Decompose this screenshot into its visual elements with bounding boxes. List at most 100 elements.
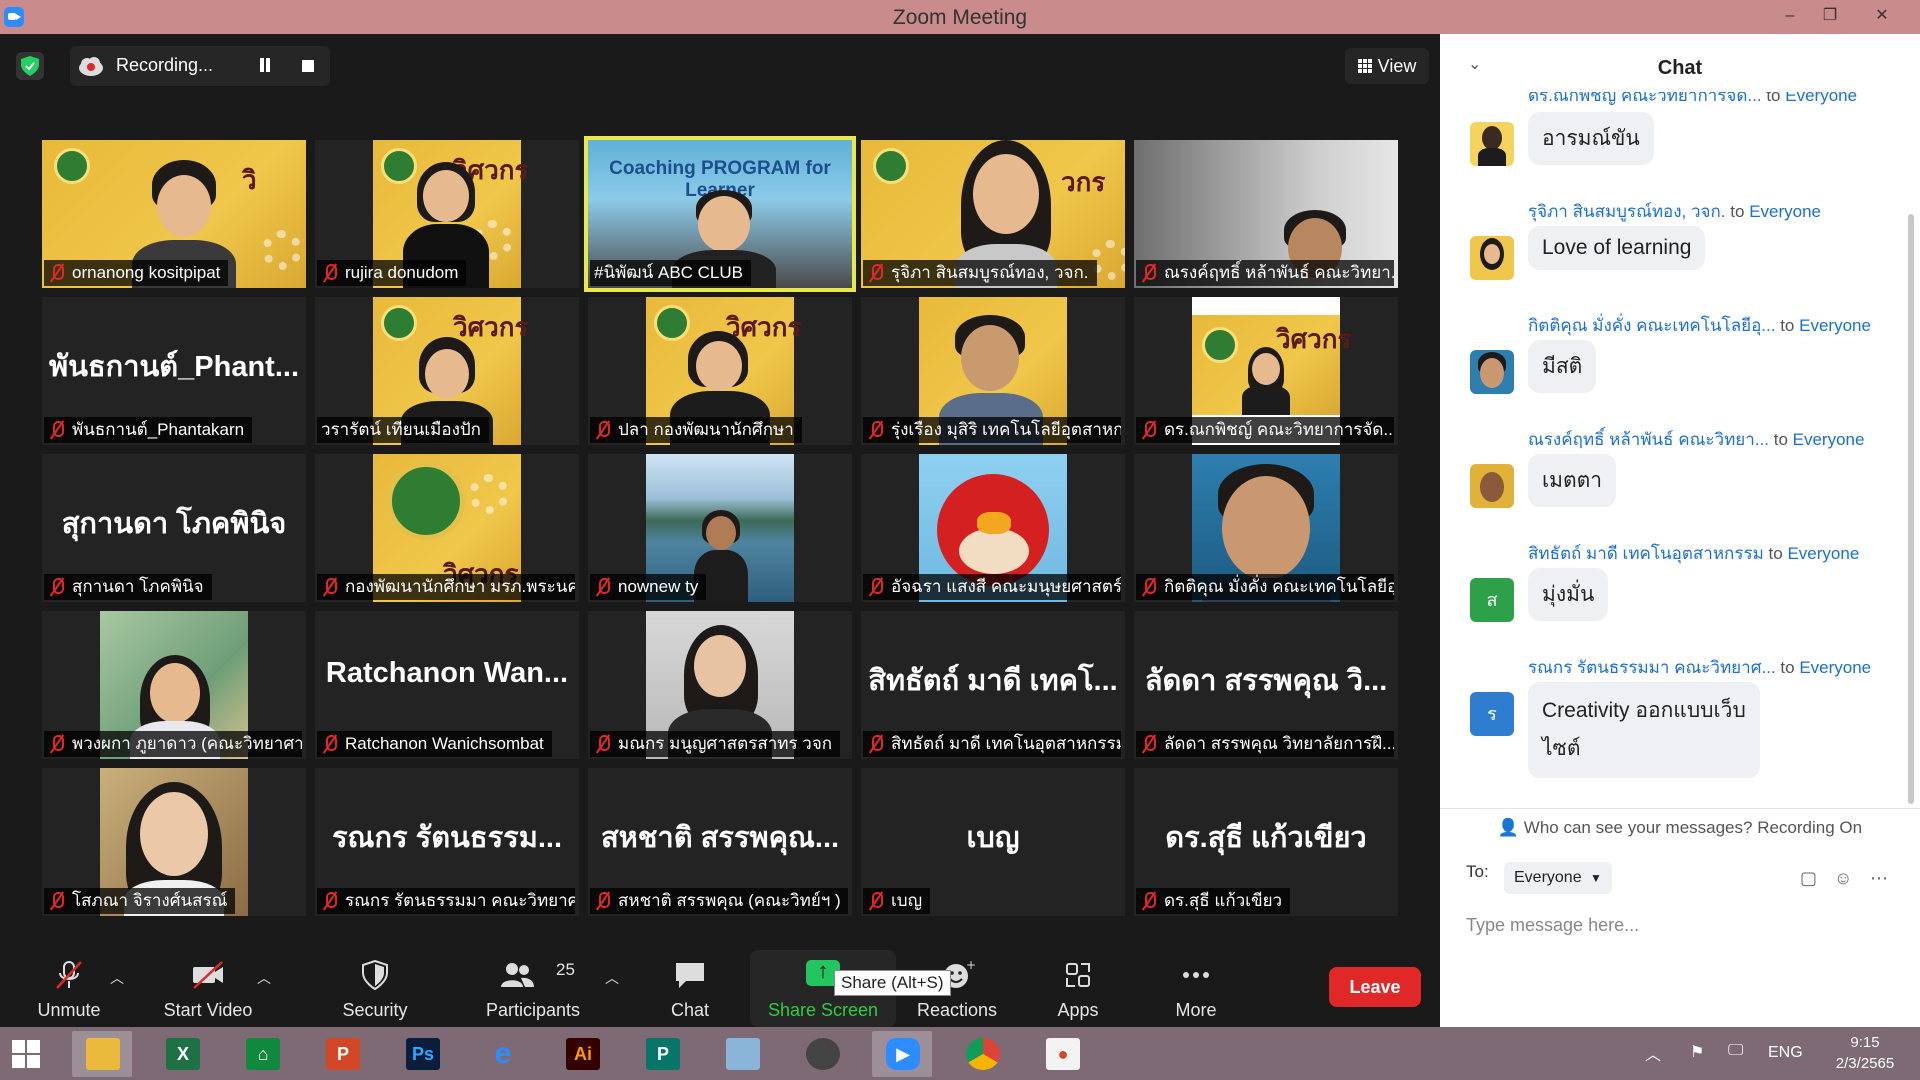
message-sender-line: สิทธัตถ์ มาดี เทคโนอุตสาหกรรม to Everyon… bbox=[1528, 540, 1859, 567]
stop-recording-button[interactable] bbox=[302, 60, 314, 72]
network-icon[interactable]: 🖵 bbox=[1728, 1042, 1743, 1060]
security-button[interactable]: Security bbox=[330, 950, 420, 1027]
view-button[interactable]: View bbox=[1345, 48, 1429, 84]
sender-name[interactable]: สิทธัตถ์ มาดี เทคโนอุตสาหกรรม bbox=[1528, 544, 1764, 563]
participant-name-tag: โสภณา จิรางศ์นสรณ์ bbox=[44, 888, 236, 914]
chat-button[interactable]: Chat bbox=[655, 950, 725, 1027]
taskbar-clock[interactable]: 9:15 2/3/2565 bbox=[1815, 1032, 1915, 1074]
minimize-button[interactable]: – bbox=[1770, 0, 1810, 34]
emoji-icon[interactable]: ☺ bbox=[1834, 868, 1852, 889]
encryption-shield-icon[interactable] bbox=[16, 52, 44, 80]
apps-button[interactable]: Apps bbox=[1040, 950, 1116, 1027]
powerpoint-taskbar-icon[interactable]: P bbox=[312, 1031, 372, 1077]
participant-name-tag: ณรงค์ฤทธิ์ หล้าพันธ์ คณะวิทยา... bbox=[1136, 260, 1394, 286]
internet-explorer-taskbar-icon[interactable]: e bbox=[472, 1031, 532, 1077]
video-tile[interactable]: มณกร มนูญศาสตรสาทร วจก bbox=[588, 611, 852, 759]
close-button[interactable]: ✕ bbox=[1862, 0, 1902, 34]
video-tile[interactable]: รุ่งเรือง มุสิริ เทคโนโลยีอุตสาหกร... bbox=[861, 297, 1125, 445]
audio-options-caret-icon[interactable]: ︿ bbox=[110, 968, 124, 988]
restore-button[interactable]: ❐ bbox=[1810, 0, 1850, 34]
more-options-icon[interactable]: ⋯ bbox=[1870, 868, 1888, 889]
zoom-taskbar-icon[interactable]: ▶ bbox=[872, 1031, 932, 1077]
chat-message-input[interactable] bbox=[1466, 910, 1896, 940]
windows-start-icon[interactable] bbox=[12, 1040, 40, 1068]
sender-name[interactable]: ณรงค์ฤทธิ์ หล้าพันธ์ คณะวิทยา... bbox=[1528, 430, 1769, 449]
recipient-select[interactable]: Everyone ▼ bbox=[1504, 862, 1612, 894]
input-language[interactable]: ENG bbox=[1768, 1044, 1803, 1062]
video-tile[interactable]: เบญ เบญ bbox=[861, 768, 1125, 916]
video-tile[interactable]: ณรงค์ฤทธิ์ หล้าพันธ์ คณะวิทยา... bbox=[1134, 140, 1398, 288]
participant-name-tag: ปลา กองพัฒนานักศึกษา bbox=[590, 417, 802, 443]
participant-display-name: ลัดดา สรรพคุณ วิ... bbox=[1144, 665, 1388, 697]
security-shield-icon bbox=[362, 960, 388, 990]
chat-message-list[interactable]: ดร.ณกพิชญ์ คณะวิทยาการจัด... to Everyone… bbox=[1440, 92, 1910, 808]
notepad-taskbar-icon[interactable] bbox=[712, 1031, 772, 1077]
action-center-flag-icon[interactable]: ⚑ bbox=[1690, 1042, 1704, 1062]
video-tile[interactable]: Ratchanon Wan... Ratchanon Wanichsombat bbox=[315, 611, 579, 759]
muted-mic-icon bbox=[48, 577, 66, 597]
video-tile[interactable]: วิศวกร rujira donudom bbox=[315, 140, 579, 288]
video-tile[interactable]: โสภณา จิรางศ์นสรณ์ bbox=[42, 768, 306, 916]
photoshop-taskbar-icon[interactable]: Ps bbox=[392, 1031, 452, 1077]
message-visibility-note[interactable]: 👤 Who can see your messages? Recording O… bbox=[1440, 808, 1920, 846]
muted-mic-icon bbox=[1140, 263, 1158, 283]
sender-avatar: ส bbox=[1470, 578, 1514, 622]
participants-button[interactable]: 25 Participants bbox=[478, 950, 588, 1027]
pause-recording-button[interactable] bbox=[258, 58, 272, 74]
video-tile[interactable]: สิทธัตถ์ มาดี เทคโ... สิทธัตถ์ มาดี เทคโ… bbox=[861, 611, 1125, 759]
video-tile[interactable]: วิศวกร ปลา กองพัฒนานักศึกษา bbox=[588, 297, 852, 445]
participant-name-tag: พวงผกา ภูยาดาว (คณะวิทยาศา... bbox=[44, 731, 302, 757]
sender-avatar: ร bbox=[1470, 692, 1514, 736]
sender-name[interactable]: กิตติคุณ มั่งคั่ง คณะเทคโนโลยีอุ... bbox=[1528, 316, 1775, 335]
start-video-button[interactable]: Start Video bbox=[155, 950, 261, 1027]
video-tile[interactable]: nownew ty bbox=[588, 454, 852, 602]
video-tile[interactable]: วกร รุจิภา สินสมบูรณ์ทอง, วจก. bbox=[861, 140, 1125, 288]
video-tile[interactable]: รณกร รัตนธรรม... รณกร รัตนธรรมมา คณะวิทย… bbox=[315, 768, 579, 916]
sender-name[interactable]: รณกร รัตนธรรมมา คณะวิทยาศ... bbox=[1528, 658, 1776, 677]
participant-name-tag: รณกร รัตนธรรมมา คณะวิทยาศ... bbox=[317, 888, 575, 914]
video-tile[interactable]: วิศวกร กองพัฒนานักศึกษา มรภ.พระนคร bbox=[315, 454, 579, 602]
leave-button[interactable]: Leave bbox=[1329, 967, 1421, 1007]
to-word: to bbox=[1730, 202, 1745, 221]
participant-display-name: พันธกานต์_Phant... bbox=[49, 351, 299, 383]
participant-name: รุ่งเรือง มุสิริ เทคโนโลยีอุตสาหกร... bbox=[891, 420, 1121, 439]
video-tile[interactable]: ดร.สุธี แก้วเขียว ดร.สุธี แก้วเขียว bbox=[1134, 768, 1398, 916]
muted-mic-icon bbox=[1140, 891, 1158, 911]
participant-name: เบญ bbox=[891, 891, 923, 910]
illustrator-taskbar-icon[interactable]: Ai bbox=[552, 1031, 612, 1077]
window-title: Zoom Meeting bbox=[892, 6, 1028, 29]
video-tile-active-speaker[interactable]: Coaching PROGRAM for Learner #นิพัฒน์ AB… bbox=[584, 136, 856, 292]
file-attach-icon[interactable]: ▢ bbox=[1800, 868, 1817, 889]
video-tile[interactable]: วิศวกร ดร.ณกพิชญ์ คณะวิทยาการจัด... bbox=[1134, 297, 1398, 445]
video-tile[interactable]: อัจฉรา แสงสี คณะมนุษยศาสตร์ฯ bbox=[861, 454, 1125, 602]
person-icon: 👤 bbox=[1497, 818, 1520, 837]
excel-taskbar-icon[interactable]: X bbox=[152, 1031, 212, 1077]
participants-options-caret-icon[interactable]: ︿ bbox=[605, 968, 619, 988]
chat-scrollbar[interactable] bbox=[1908, 214, 1914, 804]
sender-name[interactable]: รุจิภา สินสมบูรณ์ทอง, วจก. bbox=[1528, 202, 1726, 221]
video-tile[interactable]: พวงผกา ภูยาดาว (คณะวิทยาศา... bbox=[42, 611, 306, 759]
video-tile[interactable]: พันธกานต์_Phant... พันธกานต์_Phantakarn bbox=[42, 297, 306, 445]
chrome-taskbar-icon[interactable] bbox=[952, 1031, 1012, 1077]
file-explorer-taskbar-icon[interactable] bbox=[72, 1031, 132, 1077]
video-options-caret-icon[interactable]: ︿ bbox=[257, 968, 271, 988]
video-tile[interactable]: กิตติคุณ มั่งคั่ง คณะเทคโนโลยีอุ... bbox=[1134, 454, 1398, 602]
video-tile[interactable]: สุกานดา โภคพินิจ สุกานดา โภคพินิจ bbox=[42, 454, 306, 602]
video-tile[interactable]: วิ ornanong kositpipat bbox=[42, 140, 306, 288]
publisher-taskbar-icon[interactable]: P bbox=[632, 1031, 692, 1077]
photoscape-taskbar-icon[interactable] bbox=[792, 1031, 852, 1077]
sender-name[interactable]: ดร.ณกพิชญ์ คณะวิทยาการจัด... bbox=[1528, 92, 1762, 105]
more-button[interactable]: More bbox=[1160, 950, 1232, 1027]
video-tile[interactable]: สหชาติ สรรพคุณ... สหชาติ สรรพคุณ (คณะวิท… bbox=[588, 768, 852, 916]
store-taskbar-icon[interactable]: ⌂ bbox=[232, 1031, 292, 1077]
muted-mic-icon bbox=[321, 734, 339, 754]
video-tile[interactable]: วิศวกร วรารัตน์ เทียนเมืองปัก bbox=[315, 297, 579, 445]
show-hidden-icons-chevron-icon[interactable]: ︿ bbox=[1645, 1041, 1661, 1065]
video-tile[interactable]: ลัดดา สรรพคุณ วิ... ลัดดา สรรพคุณ วิทยาล… bbox=[1134, 611, 1398, 759]
muted-mic-icon bbox=[48, 734, 66, 754]
app-taskbar-icon[interactable]: ● bbox=[1032, 1031, 1092, 1077]
recipient-name: Everyone bbox=[1785, 92, 1858, 105]
participant-name-tag: วรารัตน์ เทียนเมืองปัก bbox=[317, 417, 489, 443]
participant-name: วรารัตน์ เทียนเมืองปัก bbox=[321, 420, 481, 439]
unmute-button[interactable]: Unmute bbox=[20, 950, 118, 1027]
